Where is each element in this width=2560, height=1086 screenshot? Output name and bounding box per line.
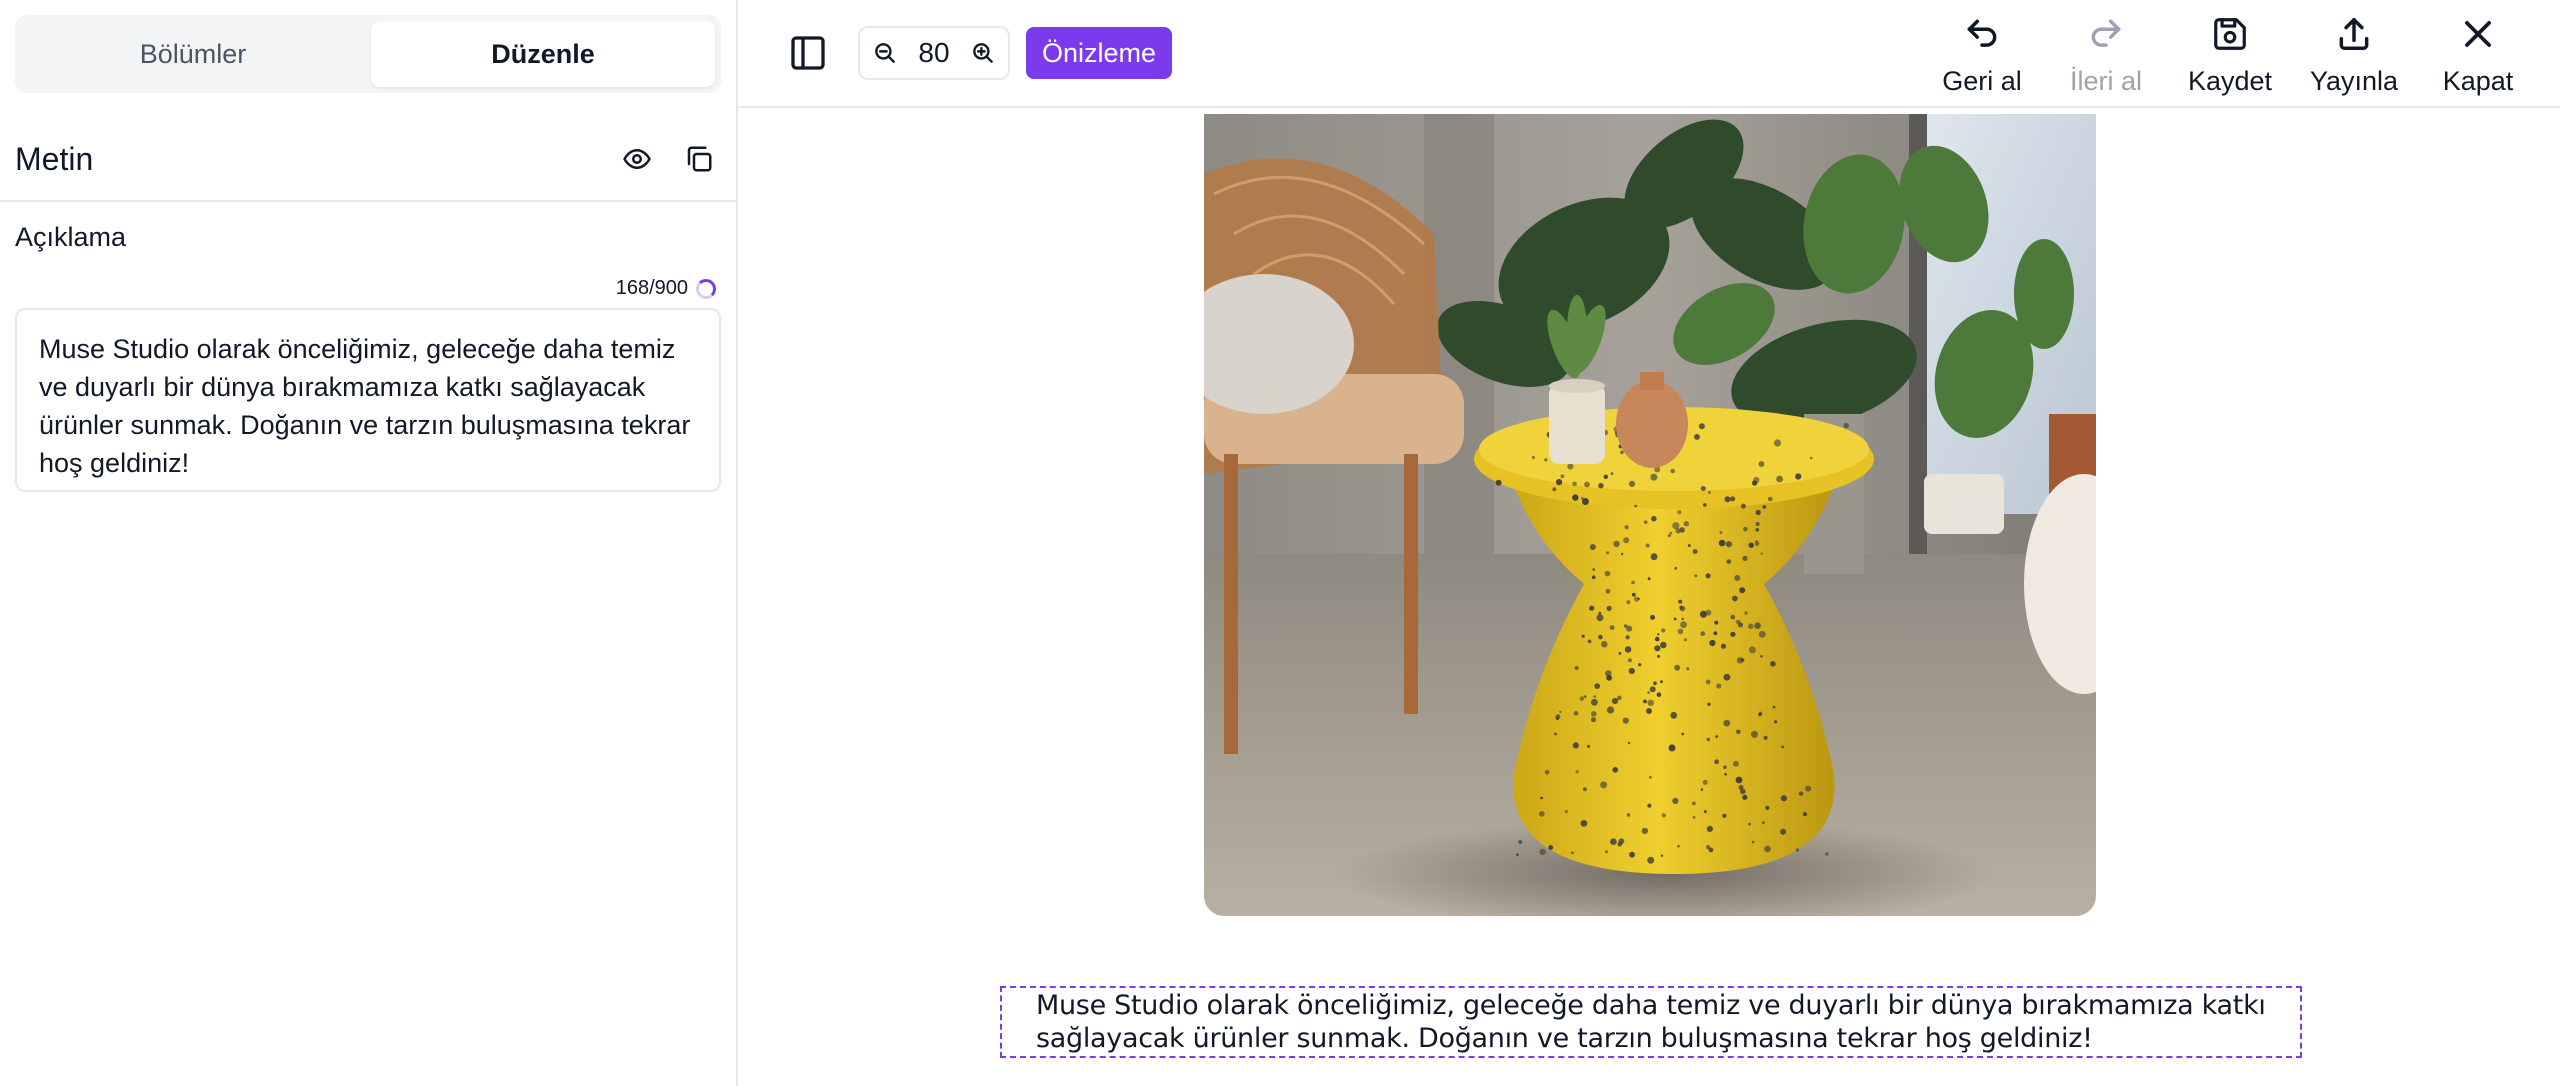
toggle-sidebar-icon[interactable] (782, 27, 834, 79)
publish-button[interactable]: Yayınla (2302, 12, 2406, 97)
undo-icon (1960, 12, 2004, 56)
panel-title: Metin (15, 140, 94, 177)
save-icon (2208, 12, 2252, 56)
editor-sidebar: Bölümler Düzenle Metin Açıklama 168/900 (0, 0, 738, 1086)
upload-icon (2332, 12, 2376, 56)
preview-button[interactable]: Önizleme (1026, 27, 1173, 79)
close-button[interactable]: Kapat (2426, 12, 2530, 97)
description-textarea[interactable] (15, 308, 721, 492)
product-image[interactable] (1204, 114, 2096, 916)
close-icon (2456, 12, 2500, 56)
close-label: Kapat (2442, 66, 2514, 96)
progress-ring-icon (696, 278, 716, 299)
tab-sections[interactable]: Bölümler (21, 21, 365, 87)
toolbar-left-group: 80 Önizleme (782, 26, 1173, 80)
page-canvas: Muse Studio olarak önceliğimiz, geleceğe… (738, 108, 2560, 1086)
description-label: Açıklama (15, 222, 127, 252)
eye-icon[interactable] (615, 137, 659, 181)
zoom-out-icon[interactable] (870, 38, 900, 68)
save-label: Kaydet (2187, 66, 2273, 96)
character-counter: 168/900 (616, 277, 716, 300)
tab-edit[interactable]: Düzenle (371, 21, 715, 87)
publish-label: Yayınla (2309, 66, 2399, 96)
save-button[interactable]: Kaydet (2178, 12, 2282, 97)
duplicate-icon[interactable] (677, 137, 721, 181)
sidebar-tab-switcher: Bölümler Düzenle (15, 15, 721, 93)
redo-icon (2084, 12, 2128, 56)
undo-button[interactable]: Geri al (1930, 12, 2034, 97)
toolbar-actions: Geri al İleri al Kaydet Yayınla Kapat (1930, 12, 2530, 97)
caption-text-block[interactable]: Muse Studio olarak önceliğimiz, geleceğe… (1000, 986, 2302, 1058)
redo-button[interactable]: İleri al (2054, 12, 2158, 97)
undo-label: Geri al (1942, 66, 2022, 96)
panel-header: Metin (0, 118, 736, 202)
zoom-level: 80 (918, 37, 950, 68)
character-count-text: 168/900 (615, 277, 688, 299)
zoom-control: 80 (858, 26, 1010, 80)
editor-toolbar: 80 Önizleme Geri al İleri al Kaydet Yayı… (738, 0, 2560, 108)
zoom-in-icon[interactable] (968, 38, 998, 68)
redo-label: İleri al (2069, 66, 2143, 96)
